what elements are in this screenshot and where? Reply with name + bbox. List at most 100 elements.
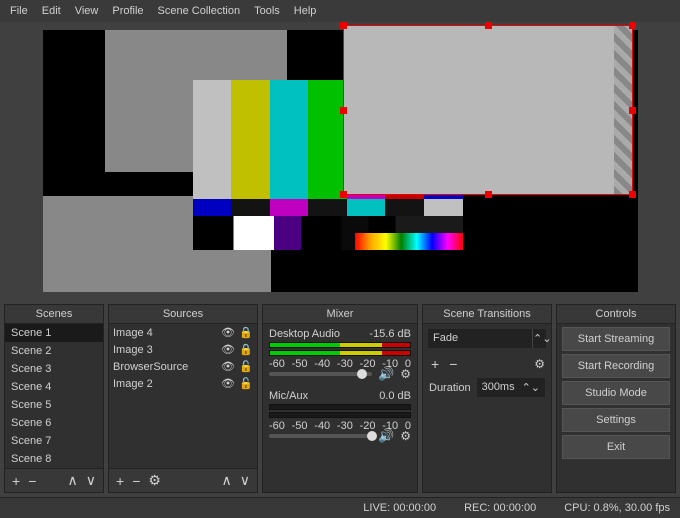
docks: Scenes Scene 1 Scene 2 Scene 3 Scene 4 S… bbox=[0, 300, 680, 497]
meter-ticks: -60-50-40-30-20-100 bbox=[269, 358, 411, 364]
visibility-icon[interactable]: 👁 bbox=[221, 377, 235, 390]
resize-handle-tl[interactable] bbox=[340, 22, 347, 29]
menu-tools[interactable]: Tools bbox=[248, 2, 286, 20]
lock-icon[interactable]: 🔒 bbox=[239, 343, 253, 356]
unlock-icon[interactable]: 🔓 bbox=[239, 360, 253, 373]
channel-name: Mic/Aux bbox=[269, 390, 308, 402]
dropdown-icon: ⌃⌄ bbox=[532, 329, 546, 348]
spinner-icon: ⌃⌄ bbox=[522, 381, 540, 394]
mixer-body: Desktop Audio -15.6 dB -60-50-40-30-20-1… bbox=[263, 324, 417, 492]
source-item[interactable]: Image 4 👁 🔒 bbox=[109, 324, 257, 341]
mixer-channel: Desktop Audio -15.6 dB -60-50-40-30-20-1… bbox=[263, 324, 417, 386]
scene-item[interactable]: Scene 8 bbox=[5, 450, 103, 468]
scene-down-button[interactable]: ∨ bbox=[84, 472, 98, 489]
channel-db: 0.0 dB bbox=[379, 390, 411, 402]
start-streaming-button[interactable]: Start Streaming bbox=[562, 327, 670, 351]
sources-list: Image 4 👁 🔒 Image 3 👁 🔒 BrowserSource 👁 … bbox=[109, 324, 257, 468]
lock-icon[interactable]: 🔒 bbox=[239, 326, 253, 339]
source-name: Image 4 bbox=[113, 327, 217, 339]
source-item[interactable]: Image 3 👁 🔒 bbox=[109, 341, 257, 358]
resize-handle-br[interactable] bbox=[629, 191, 636, 198]
speaker-icon[interactable]: 🔊 bbox=[378, 366, 394, 382]
menu-scene-collection[interactable]: Scene Collection bbox=[152, 2, 247, 20]
scene-item[interactable]: Scene 7 bbox=[5, 432, 103, 450]
scene-item[interactable]: Scene 5 bbox=[5, 396, 103, 414]
studio-mode-button[interactable]: Studio Mode bbox=[562, 381, 670, 405]
channel-settings-icon[interactable]: ⚙ bbox=[400, 367, 411, 381]
resize-handle-tr[interactable] bbox=[629, 22, 636, 29]
volume-slider[interactable] bbox=[269, 372, 372, 376]
scene-item[interactable]: Scene 6 bbox=[5, 414, 103, 432]
add-source-button[interactable]: + bbox=[114, 473, 126, 489]
menu-help[interactable]: Help bbox=[288, 2, 323, 20]
menu-edit[interactable]: Edit bbox=[36, 2, 67, 20]
duration-label: Duration bbox=[429, 382, 471, 394]
scenes-list: Scene 1 Scene 2 Scene 3 Scene 4 Scene 5 … bbox=[5, 324, 103, 468]
status-rec: REC: 00:00:00 bbox=[464, 502, 536, 514]
channel-db: -15.6 dB bbox=[369, 328, 411, 340]
visibility-icon[interactable]: 👁 bbox=[221, 343, 235, 356]
source-up-button[interactable]: ∧ bbox=[220, 472, 234, 489]
sources-toolbar: + − ⚙ ∧ ∨ bbox=[109, 468, 257, 492]
scene-item[interactable]: Scene 3 bbox=[5, 360, 103, 378]
source-down-button[interactable]: ∨ bbox=[238, 472, 252, 489]
settings-button[interactable]: Settings bbox=[562, 408, 670, 432]
sources-panel: Sources Image 4 👁 🔒 Image 3 👁 🔒 BrowserS… bbox=[108, 304, 258, 493]
mixer-panel: Mixer Desktop Audio -15.6 dB -60-50-40-3… bbox=[262, 304, 418, 493]
mixer-title: Mixer bbox=[263, 305, 417, 324]
remove-source-button[interactable]: − bbox=[130, 473, 142, 489]
duration-input[interactable]: 300ms ⌃⌄ bbox=[477, 378, 545, 397]
selected-source-bounds[interactable] bbox=[343, 25, 633, 195]
mixer-channel: Mic/Aux 0.0 dB -60-50-40-30-20-100 🔊 ⚙ bbox=[263, 386, 417, 448]
speaker-icon[interactable]: 🔊 bbox=[378, 428, 394, 444]
scene-item[interactable]: Scene 1 bbox=[5, 324, 103, 342]
scenes-toolbar: + − ∧ ∨ bbox=[5, 468, 103, 492]
channel-name: Desktop Audio bbox=[269, 328, 340, 340]
visibility-icon[interactable]: 👁 bbox=[221, 326, 235, 339]
resize-handle-tm[interactable] bbox=[485, 22, 492, 29]
scene-item[interactable]: Scene 2 bbox=[5, 342, 103, 360]
transition-select[interactable]: Fade ⌃⌄ bbox=[428, 329, 546, 348]
resize-handle-ml[interactable] bbox=[340, 107, 347, 114]
resize-handle-bl[interactable] bbox=[340, 191, 347, 198]
transitions-title: Scene Transitions bbox=[423, 305, 551, 324]
source-name: Image 3 bbox=[113, 344, 217, 356]
add-transition-button[interactable]: + bbox=[429, 356, 441, 372]
sources-title: Sources bbox=[109, 305, 257, 324]
visibility-icon[interactable]: 👁 bbox=[221, 360, 235, 373]
controls-panel: Controls Start Streaming Start Recording… bbox=[556, 304, 676, 493]
menu-view[interactable]: View bbox=[69, 2, 105, 20]
menu-file[interactable]: File bbox=[4, 2, 34, 20]
source-name: BrowserSource bbox=[113, 361, 217, 373]
transitions-body: Fade ⌃⌄ + − ⚙ Duration 300ms ⌃⌄ bbox=[423, 324, 551, 492]
scene-up-button[interactable]: ∧ bbox=[66, 472, 80, 489]
remove-scene-button[interactable]: − bbox=[26, 473, 38, 489]
add-scene-button[interactable]: + bbox=[10, 473, 22, 489]
remove-transition-button[interactable]: − bbox=[447, 356, 459, 372]
exit-button[interactable]: Exit bbox=[562, 435, 670, 459]
menu-profile[interactable]: Profile bbox=[106, 2, 149, 20]
vu-meter bbox=[269, 342, 411, 348]
channel-settings-icon[interactable]: ⚙ bbox=[400, 429, 411, 443]
controls-body: Start Streaming Start Recording Studio M… bbox=[557, 324, 675, 492]
duration-value: 300ms bbox=[482, 381, 515, 394]
vu-meter bbox=[269, 350, 411, 356]
source-name: Image 2 bbox=[113, 378, 217, 390]
volume-slider[interactable] bbox=[269, 434, 372, 438]
transition-settings-icon[interactable]: ⚙ bbox=[534, 357, 545, 371]
scenes-title: Scenes bbox=[5, 305, 103, 324]
source-properties-button[interactable]: ⚙ bbox=[146, 472, 163, 489]
transitions-panel: Scene Transitions Fade ⌃⌄ + − ⚙ Duration… bbox=[422, 304, 552, 493]
preview-canvas[interactable] bbox=[43, 30, 638, 292]
source-item[interactable]: Image 2 👁 🔓 bbox=[109, 375, 257, 392]
meter-ticks: -60-50-40-30-20-100 bbox=[269, 420, 411, 426]
status-bar: LIVE: 00:00:00 REC: 00:00:00 CPU: 0.8%, … bbox=[0, 497, 680, 518]
scene-item[interactable]: Scene 4 bbox=[5, 378, 103, 396]
source-item[interactable]: BrowserSource 👁 🔓 bbox=[109, 358, 257, 375]
preview-area bbox=[0, 22, 680, 300]
start-recording-button[interactable]: Start Recording bbox=[562, 354, 670, 378]
resize-handle-mr[interactable] bbox=[629, 107, 636, 114]
controls-title: Controls bbox=[557, 305, 675, 324]
unlock-icon[interactable]: 🔓 bbox=[239, 377, 253, 390]
resize-handle-bm[interactable] bbox=[485, 191, 492, 198]
